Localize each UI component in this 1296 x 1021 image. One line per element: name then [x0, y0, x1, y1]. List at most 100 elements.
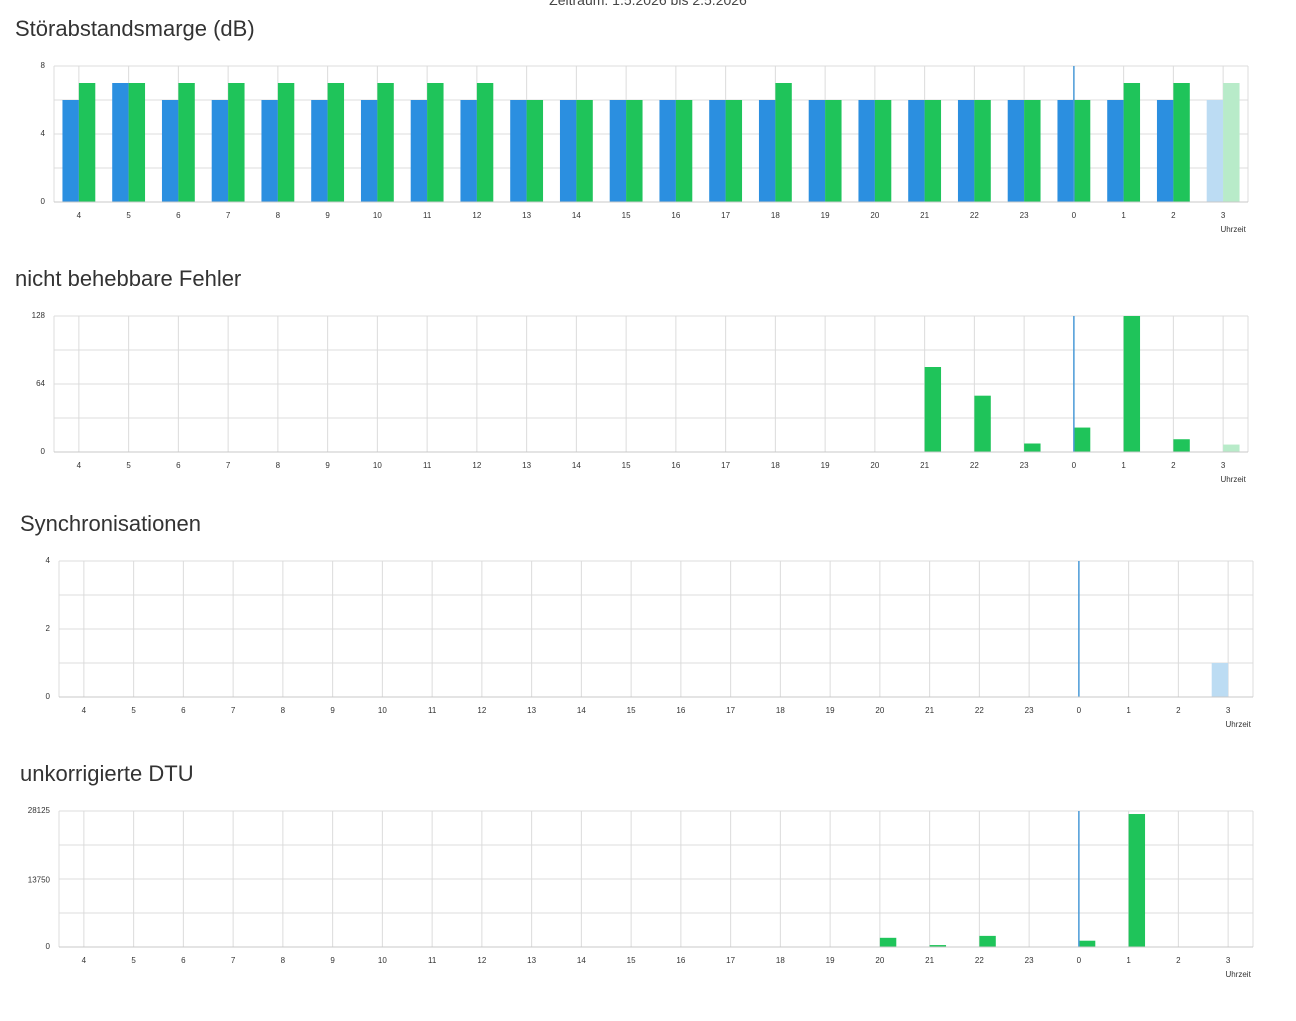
x-axis-title: Uhrzeit: [1225, 720, 1251, 729]
bar-blue-19: [808, 100, 826, 202]
x-tick-label: 16: [676, 956, 685, 965]
x-tick-label: 5: [126, 461, 131, 470]
bar-green-23: [1024, 100, 1041, 202]
bar-green-20: [874, 100, 892, 202]
chart-uncorrected-dtu: 013750281254 5 6 7 8 9 10 11 12 13 14 15 16 17 18 19 20 2…: [28, 806, 1254, 979]
period-label: Zeitraum: 1.5.2026 bis 2.5.2026: [549, 0, 747, 8]
bar-blue-22: [957, 100, 975, 202]
chart-uncorrectable-errors: 0641284 5 6 7 8 9 10 11 12 13 14 15 16 17 18 19 20 21 22 23…: [32, 311, 1249, 484]
bar-green-21: [924, 100, 942, 202]
bar-green-1: [1123, 316, 1141, 452]
y-tick-label: 128: [32, 311, 46, 320]
x-tick-label: 7: [231, 956, 236, 965]
x-tick-label: 6: [176, 461, 181, 470]
x-tick-label: 1: [1126, 706, 1131, 715]
x-tick-label: 15: [622, 461, 631, 470]
bar-green-18: [775, 83, 792, 202]
bar-green-16: [675, 100, 693, 202]
bar-green-20: [879, 937, 897, 947]
x-tick-label: 17: [721, 461, 730, 470]
x-tick-label: 10: [378, 956, 387, 965]
x-tick-label: 20: [870, 211, 879, 220]
y-tick-label: 2: [46, 624, 51, 633]
x-tick-label: 12: [477, 706, 486, 715]
x-tick-label: 18: [771, 211, 780, 220]
x-tick-label: 22: [975, 956, 984, 965]
x-tick-label: 16: [671, 461, 680, 470]
x-tick-label: 13: [522, 461, 531, 470]
x-tick-label: 3: [1226, 706, 1231, 715]
x-tick-label: 18: [771, 461, 780, 470]
y-tick-label: 0: [41, 197, 46, 206]
bar-blue-0: [1057, 100, 1074, 202]
bar-blue-10: [360, 100, 378, 202]
y-tick-label: 0: [46, 942, 51, 951]
x-tick-label: 18: [776, 956, 785, 965]
x-tick-label: 17: [726, 706, 735, 715]
x-tick-label: 5: [126, 211, 131, 220]
bar-green-12: [476, 83, 494, 202]
bar-green-1: [1123, 83, 1141, 202]
x-tick-label: 19: [821, 461, 830, 470]
bar-blue-9: [311, 100, 328, 202]
bar-green-10: [377, 83, 394, 202]
x-tick-label: 14: [572, 461, 581, 470]
bar-green-17: [725, 100, 743, 202]
x-tick-label: 13: [527, 706, 536, 715]
bar-blue-17: [709, 100, 726, 202]
bar-blue-5: [112, 83, 129, 202]
bar-blue-18: [758, 100, 776, 202]
x-axis-title: Uhrzeit: [1225, 970, 1251, 979]
x-tick-label: 11: [423, 211, 432, 220]
bar-green-5: [128, 83, 146, 202]
bar-blue-21: [908, 100, 925, 202]
x-tick-label: 4: [77, 461, 82, 470]
x-tick-label: 0: [1077, 706, 1082, 715]
x-tick-label: 11: [423, 461, 432, 470]
x-tick-label: 3: [1226, 956, 1231, 965]
x-axis-title: Uhrzeit: [1220, 225, 1246, 234]
x-tick-label: 16: [676, 706, 685, 715]
bar-green-9: [327, 83, 345, 202]
bar-blue-3: [1211, 663, 1229, 697]
x-tick-label: 23: [1025, 706, 1034, 715]
x-tick-label: 8: [276, 461, 281, 470]
x-tick-label: 21: [920, 461, 929, 470]
x-tick-label: 19: [826, 956, 835, 965]
bar-blue-14: [559, 100, 577, 202]
x-tick-label: 9: [330, 706, 335, 715]
x-tick-label: 14: [572, 211, 581, 220]
bar-green-2: [1173, 83, 1190, 202]
x-tick-label: 9: [325, 211, 330, 220]
x-tick-label: 11: [428, 706, 437, 715]
x-tick-label: 17: [726, 956, 735, 965]
y-tick-label: 28125: [28, 806, 51, 815]
bar-green-19: [825, 100, 842, 202]
bar-green-22: [974, 395, 991, 452]
x-tick-label: 2: [1176, 956, 1181, 965]
bar-blue-7: [211, 100, 229, 202]
bar-blue-6: [161, 100, 179, 202]
x-tick-label: 13: [527, 956, 536, 965]
x-tick-label: 12: [472, 461, 481, 470]
bar-blue-15: [609, 100, 627, 202]
bar-green-7: [228, 83, 245, 202]
x-tick-label: 7: [231, 706, 236, 715]
x-tick-label: 2: [1171, 211, 1176, 220]
x-tick-label: 14: [577, 956, 586, 965]
x-tick-label: 3: [1221, 211, 1226, 220]
y-tick-label: 13750: [28, 876, 51, 885]
x-tick-label: 11: [428, 956, 437, 965]
x-tick-label: 1: [1126, 956, 1131, 965]
chart-title-uncorrected-dtu: unkorrigierte DTU: [20, 761, 194, 786]
x-tick-label: 9: [330, 956, 335, 965]
x-tick-label: 13: [522, 211, 531, 220]
x-tick-label: 23: [1020, 211, 1029, 220]
x-tick-label: 2: [1171, 461, 1176, 470]
bar-blue-11: [410, 100, 428, 202]
x-tick-label: 14: [577, 706, 586, 715]
bar-blue-3: [1206, 100, 1224, 202]
chart-title-uncorrectable-errors: nicht behebbare Fehler: [15, 266, 242, 291]
x-tick-label: 21: [925, 706, 934, 715]
x-tick-label: 23: [1025, 956, 1034, 965]
